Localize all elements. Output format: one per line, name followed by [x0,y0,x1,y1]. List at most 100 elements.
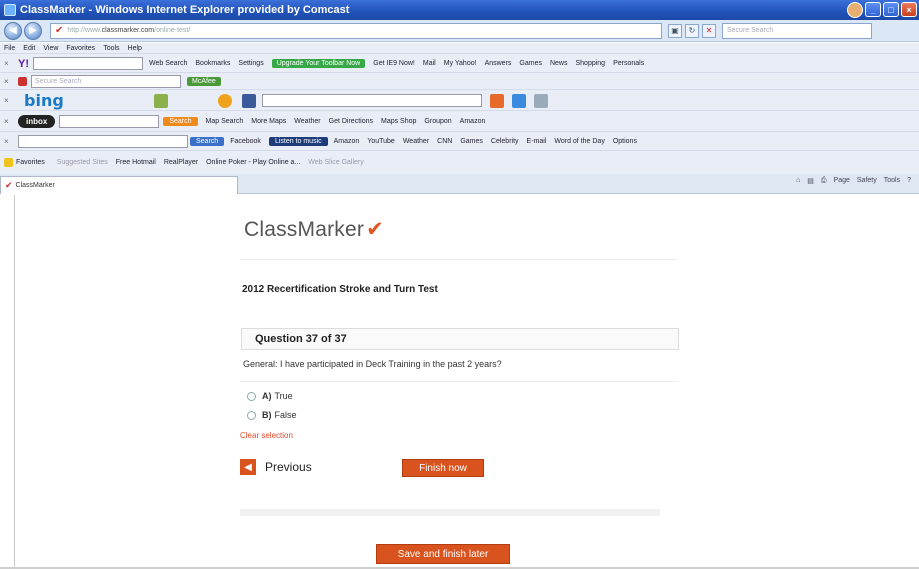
minimize-icon[interactable]: _ [865,2,881,17]
groupon-link[interactable]: Groupon [424,118,451,125]
web-slice-gallery-link[interactable]: Web Slice Gallery [308,159,364,166]
yahoo-web-search[interactable]: Web Search [149,60,187,67]
menu-view[interactable]: View [43,45,58,52]
close-icon[interactable]: × [901,2,917,17]
my-yahoo[interactable]: My Yahoo! [444,60,477,67]
menu-help[interactable]: Help [128,45,142,52]
tab-classmarker[interactable]: ✔ ClassMarker [0,175,238,194]
youtube-link[interactable]: YouTube [367,138,395,145]
sun-icon[interactable] [217,93,232,108]
refresh-icon[interactable]: ↻ [685,23,699,38]
answer-option-a[interactable]: A) True [247,391,293,401]
favorites-button[interactable]: Favorites [16,159,45,166]
yahoo-bookmarks[interactable]: Bookmarks [195,60,230,67]
listen-music-button[interactable]: Listen to music [268,137,328,146]
get-directions-link[interactable]: Get Directions [329,118,373,125]
previous-button[interactable]: ◀ Previous [240,459,312,475]
home-icon[interactable]: ⌂ [796,177,800,185]
yahoo-news[interactable]: News [550,60,568,67]
bing-logo[interactable]: bing [24,91,64,110]
weather-link[interactable]: Weather [294,118,320,125]
menu-favorites[interactable]: Favorites [66,45,95,52]
yahoo-search-input[interactable] [33,57,143,70]
live-search-input[interactable]: Secure Search [722,22,872,39]
games-link[interactable]: Games [460,138,483,145]
close-toolbar-icon[interactable]: × [4,96,18,105]
yahoo-mail[interactable]: Mail [423,60,436,67]
menu-file[interactable]: File [4,45,15,52]
close-toolbar-icon[interactable]: × [4,117,18,126]
online-poker-link[interactable]: Online Poker - Play Online a... [206,159,300,166]
maps-shop-link[interactable]: Maps Shop [381,118,416,125]
map-search-link[interactable]: Map Search [206,118,244,125]
yahoo-games[interactable]: Games [519,60,542,67]
finish-now-button[interactable]: Finish now [402,459,484,477]
toolbar-search-input[interactable] [18,135,188,148]
yahoo-settings[interactable]: Settings [238,60,263,67]
compatibility-icon[interactable]: ▣ [668,23,682,38]
mcafee-search-input[interactable]: Secure Search [31,75,181,88]
facebook-link[interactable]: Facebook [230,138,261,145]
shopping-icon[interactable] [153,93,168,108]
answer-option-b[interactable]: B) False [247,410,297,420]
live-search-placeholder: Secure Search [727,27,774,34]
celebrity-link[interactable]: Celebrity [491,138,519,145]
get-ie9-link[interactable]: Get IE9 Now! [373,60,415,67]
yahoo-shopping[interactable]: Shopping [575,60,605,67]
close-toolbar-icon[interactable]: × [4,59,18,68]
user-avatar-icon[interactable] [847,2,863,18]
more-maps-link[interactable]: More Maps [251,118,286,125]
command-tools[interactable]: Tools [884,177,900,185]
help-icon[interactable]: ? [907,177,911,185]
search-toolbar: × Search Facebook Listen to music Amazon… [0,133,919,151]
url-prefix: http://www. [67,27,102,34]
feeds-icon[interactable]: ▤ [807,177,814,185]
classmarker-logo[interactable]: ClassMarker✔ [244,217,384,242]
command-page[interactable]: Page [834,177,850,185]
yahoo-toolbar: × Y! Web Search Bookmarks Settings Upgra… [0,55,919,73]
inbox-button[interactable]: inbox [18,115,56,128]
radio-button-a[interactable] [247,391,256,401]
back-icon[interactable]: ◀ [4,21,22,40]
print-icon[interactable]: ⎙ [821,177,827,185]
yahoo-logo-icon[interactable]: Y! [18,58,29,70]
yahoo-answers[interactable]: Answers [485,60,512,67]
mcafee-button[interactable]: McAfee [187,77,221,86]
amazon-toolbar-link[interactable]: Amazon [334,138,360,145]
close-toolbar-icon[interactable]: × [4,137,18,146]
suggested-sites-link[interactable]: Suggested Sites [57,159,108,166]
word-of-day-link[interactable]: Word of the Day [554,138,604,145]
bing-tools-icon[interactable] [489,93,504,108]
amazon-link[interactable]: Amazon [460,118,486,125]
inbox-search-button[interactable]: Search [163,117,198,126]
options-link[interactable]: Options [613,138,637,145]
inbox-search-input[interactable] [59,115,160,128]
handshake-icon[interactable] [533,93,548,108]
upgrade-toolbar-button[interactable]: Upgrade Your Toolbar Now [271,59,366,68]
option-label: False [274,410,297,420]
close-toolbar-icon[interactable]: × [4,77,18,86]
weather-toolbar-link[interactable]: Weather [403,138,429,145]
menu-tools[interactable]: Tools [103,45,119,52]
maximize-icon[interactable]: □ [883,2,899,17]
previous-arrow-icon: ◀ [240,459,256,475]
save-and-finish-later-button[interactable]: Save and finish later [376,544,510,564]
address-input[interactable]: ✔ http://www. classmarker.com /online-te… [50,22,662,39]
facebook-icon[interactable] [241,93,256,108]
clear-selection-link[interactable]: Clear selection [240,431,293,440]
email-link[interactable]: E-mail [527,138,547,145]
radio-button-b[interactable] [247,410,256,420]
command-safety[interactable]: Safety [857,177,877,185]
bing-search-input[interactable] [261,94,482,107]
yahoo-personals[interactable]: Personals [613,60,644,67]
toolbar-search-button[interactable]: Search [190,137,225,146]
question-text: General: I have participated in Deck Tra… [243,359,502,369]
realplayer-link[interactable]: RealPlayer [164,159,198,166]
stop-icon[interactable]: ✕ [702,23,716,38]
thumbs-up-icon[interactable] [511,93,526,108]
window-controls: _ □ × [865,2,917,17]
free-hotmail-link[interactable]: Free Hotmail [116,159,156,166]
menu-edit[interactable]: Edit [23,45,35,52]
forward-icon[interactable]: ▶ [24,21,42,40]
cnn-link[interactable]: CNN [437,138,452,145]
